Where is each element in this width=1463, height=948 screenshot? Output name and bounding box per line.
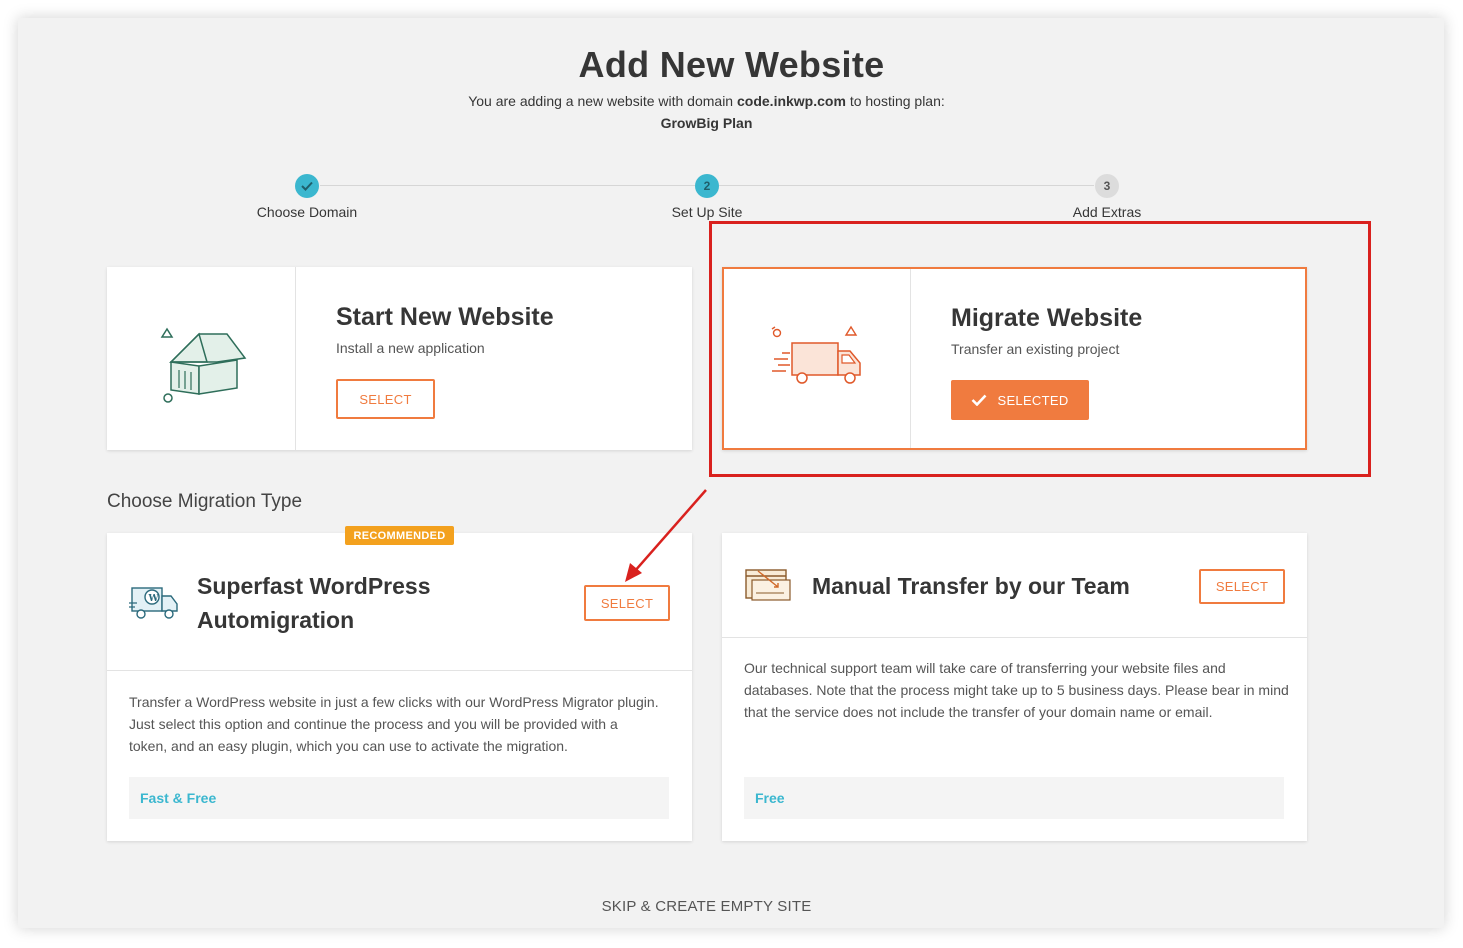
step-label-set-up-site: Set Up Site: [671, 204, 743, 220]
subtitle-prefix: You are adding a new website with domain: [468, 93, 734, 109]
svg-text:W: W: [148, 594, 160, 604]
plan-name: GrowBig Plan: [660, 115, 753, 131]
automigration-title-line-1: Superfast WordPress: [197, 573, 431, 599]
card-divider: [722, 637, 1307, 638]
manual-transfer-select-button[interactable]: SELECT: [1199, 569, 1285, 604]
wordpress-truck-icon: W: [129, 585, 179, 621]
step-label-choose-domain: Choose Domain: [256, 204, 358, 220]
start-new-website-title: Start New Website: [336, 303, 554, 331]
card-divider: [107, 670, 692, 671]
step-3-number: 3: [1095, 174, 1119, 198]
stepper-line: [719, 185, 1094, 186]
automigration-description: Transfer a WordPress website in just a f…: [129, 694, 659, 754]
check-icon: [301, 181, 313, 191]
card-divider: [295, 267, 296, 450]
manual-transfer-tag: Free: [744, 777, 1284, 819]
step-2-number: 2: [695, 174, 719, 198]
page-subtitle: You are adding a new website with domain…: [0, 92, 1413, 110]
start-new-website-card[interactable]: Start New Website Install a new applicat…: [107, 267, 692, 450]
manual-transfer-title: Manual Transfer by our Team: [812, 573, 1130, 599]
browser-transfer-icon: [744, 567, 792, 603]
house-icon: [159, 322, 249, 404]
domain-name: code.inkwp.com: [737, 93, 846, 109]
step-1-check-icon: [295, 174, 319, 198]
skip-create-empty-site-link[interactable]: SKIP & CREATE EMPTY SITE: [0, 898, 1413, 915]
annotation-arrow: [625, 489, 707, 582]
manual-transfer-card[interactable]: Manual Transfer by our Team SELECT Our t…: [722, 533, 1307, 841]
manual-transfer-description: Our technical support team will take car…: [744, 660, 1289, 720]
automigration-tag: Fast & Free: [129, 777, 669, 819]
migration-type-heading: Choose Migration Type: [107, 491, 303, 512]
start-new-website-subtitle: Install a new application: [336, 340, 485, 356]
page-title: Add New Website: [578, 44, 885, 85]
step-label-add-extras: Add Extras: [1072, 204, 1142, 220]
automigration-title-line-2: Automigration: [197, 607, 355, 633]
stepper-line: [320, 185, 695, 186]
subtitle-suffix: to hosting plan:: [849, 93, 945, 109]
automigration-title: Superfast WordPress Automigration: [197, 569, 430, 637]
recommended-badge: RECOMMENDED: [345, 526, 454, 545]
annotation-highlight-box: [709, 221, 1371, 477]
automigration-card[interactable]: W Superfast WordPress Automigration SELE…: [107, 533, 692, 841]
start-new-website-select-button[interactable]: SELECT: [336, 379, 435, 419]
